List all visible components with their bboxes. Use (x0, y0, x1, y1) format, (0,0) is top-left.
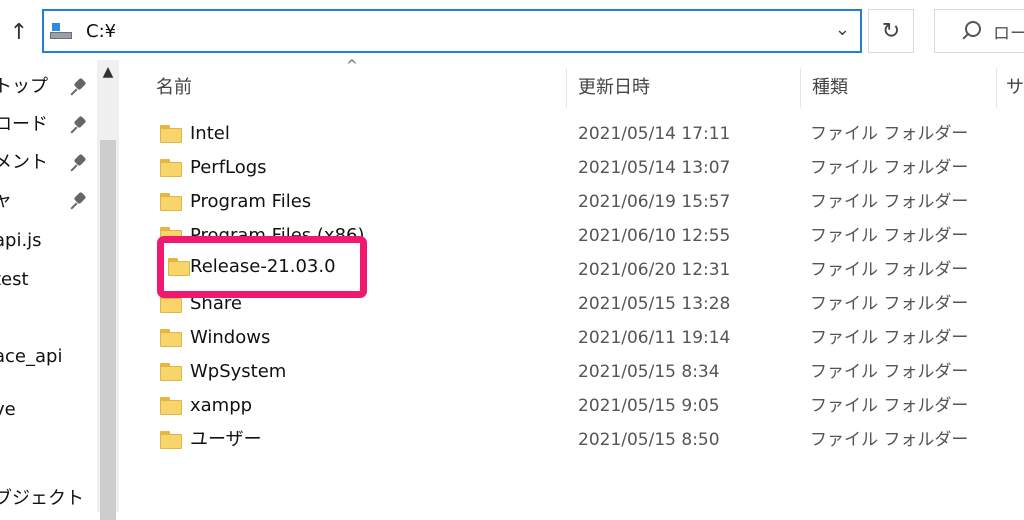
nav-item[interactable]: ロード (0, 110, 96, 140)
file-row[interactable]: xampp 2021/05/15 9:05 ファイル フォルダー (150, 389, 1024, 423)
file-row[interactable]: Program Files (x86) 2021/06/10 12:55 ファイ… (150, 219, 1024, 253)
column-header-name[interactable]: 名前 (156, 70, 192, 106)
file-date: 2021/05/14 17:11 (578, 124, 731, 144)
file-type: ファイル フォルダー (810, 396, 969, 416)
column-header-date[interactable]: 更新日時 (578, 70, 650, 106)
column-divider[interactable] (996, 68, 997, 108)
nav-item[interactable]: api.js (0, 226, 96, 256)
file-name: WpSystem (190, 361, 287, 382)
sort-ascending-icon: ^ (346, 58, 358, 74)
file-name: PerfLogs (190, 157, 267, 178)
file-date: 2021/06/11 19:14 (578, 328, 731, 348)
file-row[interactable]: Intel 2021/05/14 17:11 ファイル フォルダー (150, 117, 1024, 151)
drive-icon (50, 21, 76, 41)
folder-icon (160, 329, 182, 347)
file-name: Program Files (x86) (190, 225, 365, 246)
folder-icon (160, 227, 182, 245)
chevron-down-icon[interactable]: ⌄ (835, 19, 850, 40)
pin-icon (70, 115, 88, 135)
scrollbar-thumb[interactable] (100, 140, 116, 520)
navigation-pane: トップ ロード メント ャ api.js test ace_api ve ブジェ… (0, 60, 96, 512)
file-row[interactable]: Windows 2021/06/11 19:14 ファイル フォルダー (150, 321, 1024, 355)
address-bar[interactable]: C:¥ ⌄ (42, 9, 862, 53)
search-placeholder: ロー (993, 23, 1024, 44)
column-header-type[interactable]: 種類 (812, 70, 848, 106)
up-arrow-icon[interactable]: ↑ (0, 10, 38, 54)
file-type: ファイル フォルダー (810, 328, 969, 348)
file-date: 2021/06/10 12:55 (578, 226, 731, 246)
folder-icon (160, 431, 182, 449)
folder-icon (160, 363, 182, 381)
file-date: 2021/05/15 9:05 (578, 396, 720, 416)
nav-item[interactable]: トップ (0, 72, 96, 102)
pin-icon (70, 77, 88, 97)
file-type: ファイル フォルダー (810, 226, 969, 246)
file-date: 2021/06/20 12:31 (578, 260, 731, 280)
address-path: C:¥ (86, 20, 117, 42)
file-type: ファイル フォルダー (810, 260, 969, 280)
file-row[interactable]: ユーザー 2021/05/15 8:50 ファイル フォルダー (150, 423, 1024, 457)
search-icon (961, 20, 983, 42)
folder-icon (160, 193, 182, 211)
file-type: ファイル フォルダー (810, 294, 969, 314)
file-name: Intel (190, 123, 230, 144)
file-type: ファイル フォルダー (810, 430, 969, 450)
file-row[interactable]: Share 2021/05/15 13:28 ファイル フォルダー (150, 287, 1024, 321)
file-row[interactable]: Release-21.03.0 2021/06/20 12:31 ファイル フォ… (150, 253, 1024, 287)
file-date: 2021/06/19 15:57 (578, 192, 731, 212)
folder-icon (160, 295, 182, 313)
file-row[interactable]: PerfLogs 2021/05/14 13:07 ファイル フォルダー (150, 151, 1024, 185)
file-row[interactable]: Program Files 2021/06/19 15:57 ファイル フォルダ… (150, 185, 1024, 219)
file-type: ファイル フォルダー (810, 124, 969, 144)
file-type: ファイル フォルダー (810, 362, 969, 382)
file-name: xampp (190, 395, 253, 416)
file-name: Windows (190, 327, 271, 348)
file-date: 2021/05/14 13:07 (578, 158, 731, 178)
nav-item[interactable]: ace_api (0, 342, 96, 372)
pin-icon (70, 153, 88, 173)
file-name: Program Files (190, 191, 312, 212)
column-divider[interactable] (800, 68, 801, 108)
file-name: Share (190, 293, 242, 314)
file-type: ファイル フォルダー (810, 158, 969, 178)
refresh-icon[interactable]: ↻ (868, 9, 914, 53)
nav-item[interactable]: ャ (0, 186, 96, 216)
file-date: 2021/05/15 8:50 (578, 430, 720, 450)
nav-item[interactable]: ve (0, 395, 96, 425)
nav-item[interactable]: ブジェクト (0, 484, 96, 512)
nav-item[interactable]: メント (0, 148, 96, 178)
file-name: Release-21.03.0 (190, 259, 336, 280)
file-date: 2021/05/15 13:28 (578, 294, 731, 314)
folder-icon (160, 125, 182, 143)
column-divider[interactable] (566, 68, 567, 108)
file-type: ファイル フォルダー (810, 192, 969, 212)
folder-icon (160, 261, 182, 279)
pin-icon (70, 191, 88, 211)
column-header-size[interactable]: サ (1006, 70, 1024, 106)
file-name: ユーザー (190, 429, 262, 450)
search-box[interactable]: ロー (934, 9, 1024, 53)
scroll-up-icon[interactable]: ▲ (97, 64, 119, 80)
nav-item[interactable]: test (0, 265, 96, 295)
file-date: 2021/05/15 8:34 (578, 362, 720, 382)
nav-scrollbar[interactable]: ▲ (97, 60, 119, 520)
folder-icon (160, 159, 182, 177)
file-row[interactable]: WpSystem 2021/05/15 8:34 ファイル フォルダー (150, 355, 1024, 389)
folder-icon (160, 397, 182, 415)
